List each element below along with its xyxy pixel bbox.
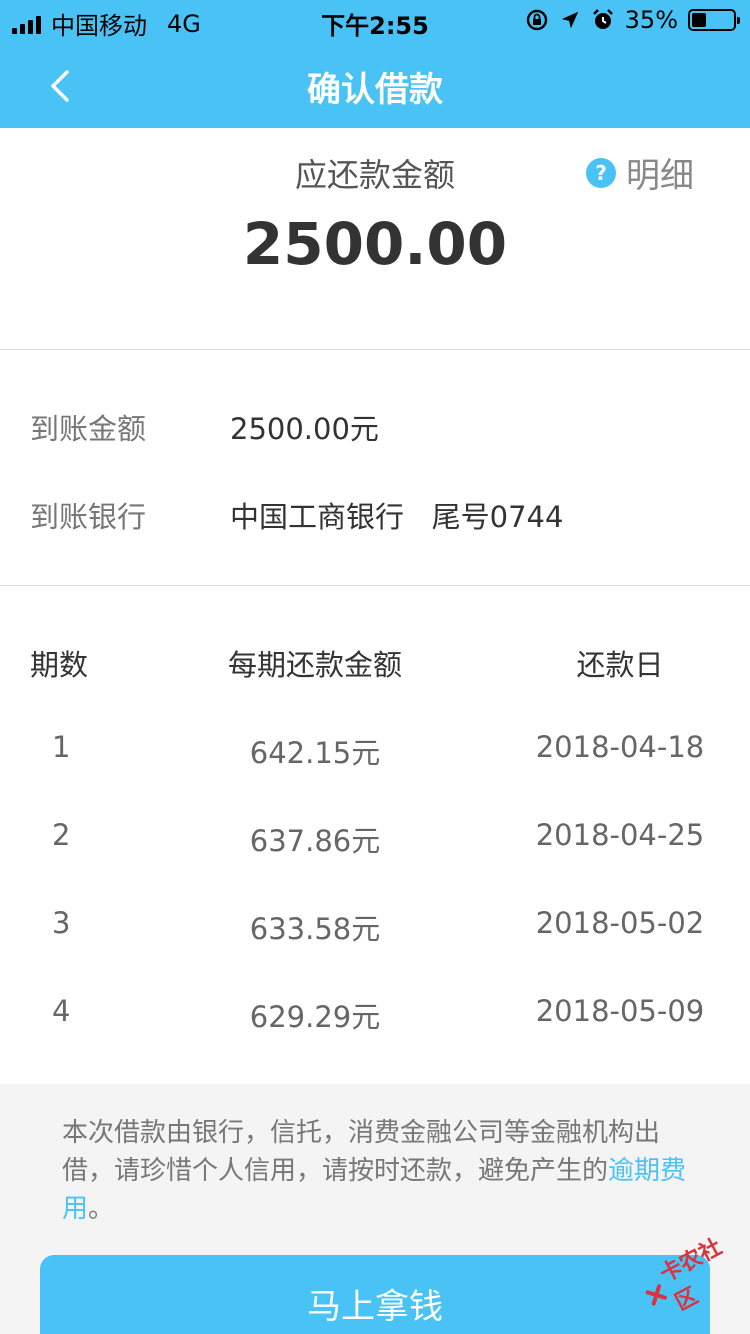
received-amount-value: 2500.00元 xyxy=(230,412,379,446)
table-header: 期数 每期还款金额 还款日 xyxy=(0,642,750,686)
table-row: 2 637.86元 2018-04-25 xyxy=(0,818,750,862)
bank-value: 中国工商银行 尾号0744 xyxy=(230,500,564,534)
table-row: 1 642.15元 2018-04-18 xyxy=(0,730,750,774)
bank-label: 到账银行 xyxy=(30,500,147,534)
repayment-plan-table: 期数 每期还款金额 还款日 1 642.15元 2018-04-18 2 637… xyxy=(0,586,750,1084)
battery-percent: 35% xyxy=(624,6,678,34)
notice-text: 本次借款由银行，信托，消费金融公司等金融机构出借，请珍惜个人信用，请按时还款，避… xyxy=(62,1118,661,1186)
header-period: 期数 xyxy=(30,648,89,682)
table-row: 4 629.29元 2018-05-09 xyxy=(0,994,750,1038)
detail-label: 明细 xyxy=(626,156,694,196)
date-cell: 2018-05-02 xyxy=(535,906,705,940)
watermark-text: 卡农社区 xyxy=(656,1234,727,1316)
repayment-amount-value: 2500.00 xyxy=(242,210,508,278)
status-bar: 中国移动 4G 下午2:55 35% xyxy=(0,0,750,40)
get-money-button[interactable]: 马上拿钱 xyxy=(40,1255,710,1334)
battery-icon xyxy=(688,9,740,31)
detail-button[interactable]: ? 明细 xyxy=(586,148,694,197)
repayment-summary: 应还款金额 ? 明细 2500.00 xyxy=(0,128,750,350)
header: 中国移动 4G 下午2:55 35% 确认借款 xyxy=(0,0,750,128)
battery-level xyxy=(692,13,706,27)
header-due-date: 还款日 xyxy=(576,648,664,682)
period-cell: 2 xyxy=(52,818,71,852)
table-row: 3 633.58元 2018-05-02 xyxy=(0,906,750,950)
nav-bar: 确认借款 xyxy=(0,44,750,128)
bank-row: 到账银行 中国工商银行 尾号0744 xyxy=(30,494,563,534)
amount-cell: 633.58元 xyxy=(249,912,381,946)
amount-cell: 629.29元 xyxy=(249,1000,381,1034)
period-cell: 4 xyxy=(52,994,71,1028)
location-icon xyxy=(561,11,578,29)
loan-info: 到账金额 2500.00元 到账银行 中国工商银行 尾号0744 xyxy=(0,350,750,586)
period-cell: 1 xyxy=(52,730,71,764)
loan-notice: 本次借款由银行，信托，消费金融公司等金融机构出借，请珍惜个人信用，请按时还款，避… xyxy=(62,1114,702,1228)
received-amount-row: 到账金额 2500.00元 xyxy=(30,406,379,446)
amount-cell: 642.15元 xyxy=(249,736,381,770)
alarm-icon xyxy=(592,9,613,29)
header-installment-amount: 每期还款金额 xyxy=(227,648,402,682)
page-title: 确认借款 xyxy=(307,70,443,110)
date-cell: 2018-04-18 xyxy=(535,730,705,764)
amount-cell: 637.86元 xyxy=(249,824,381,858)
period-cell: 3 xyxy=(52,906,71,940)
orientation-lock-icon xyxy=(526,9,547,31)
date-cell: 2018-04-25 xyxy=(535,818,705,852)
received-amount-label: 到账金额 xyxy=(30,412,147,446)
date-cell: 2018-05-09 xyxy=(535,994,705,1028)
question-circle-icon: ? xyxy=(586,157,616,188)
status-right: 35% xyxy=(525,6,740,34)
notice-end: 。 xyxy=(88,1194,115,1224)
